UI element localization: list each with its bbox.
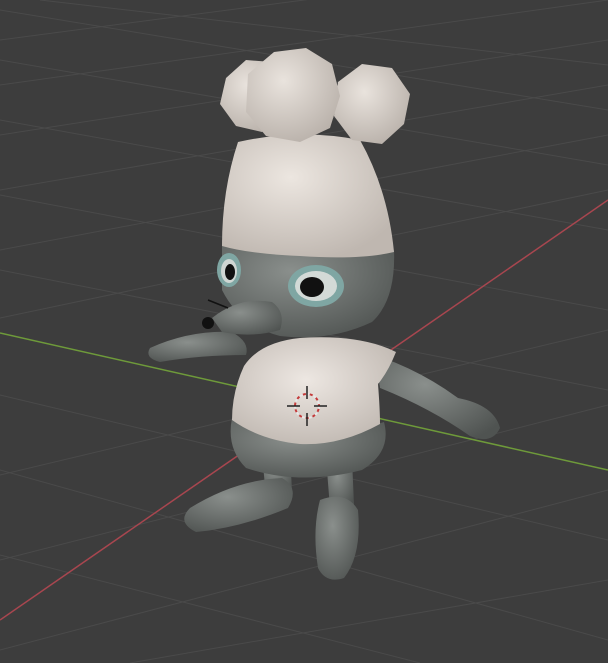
chef-mouse-model[interactable] (148, 48, 500, 580)
shirt (232, 337, 396, 445)
3d-viewport[interactable] (0, 0, 608, 663)
left-eye-pupil (225, 264, 235, 280)
viewport-canvas[interactable] (0, 0, 608, 663)
right-eye-pupil (300, 277, 324, 297)
left-foot (184, 478, 293, 532)
whisker (207, 299, 229, 309)
right-arm (375, 355, 500, 440)
left-arm (148, 331, 247, 362)
right-foot (315, 496, 359, 580)
chef-hat (222, 134, 394, 258)
nose (202, 317, 214, 329)
